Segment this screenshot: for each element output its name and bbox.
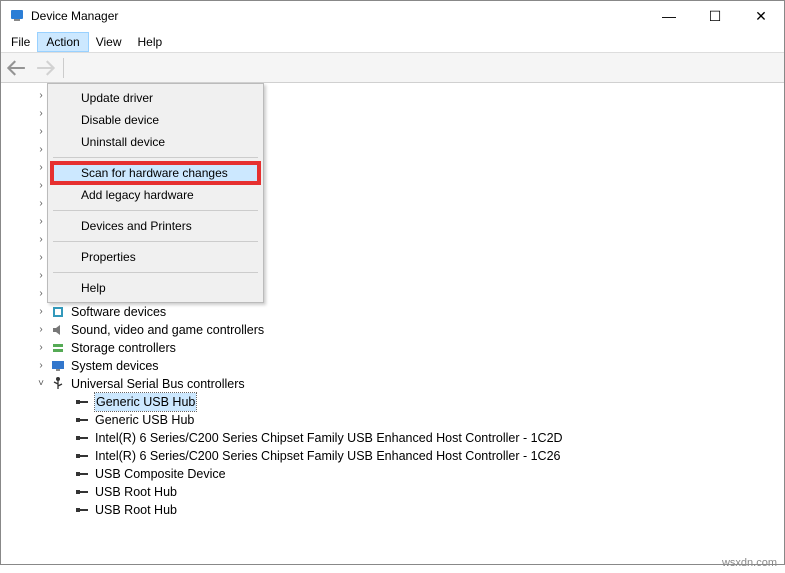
- toolbar: [1, 53, 784, 83]
- toolbar-separator: [63, 58, 64, 78]
- usb-connector-icon: [74, 412, 90, 428]
- menu-item-scan-for-hardware-changes[interactable]: Scan for hardware changes: [51, 162, 260, 184]
- collapse-icon[interactable]: ˅: [35, 375, 47, 393]
- forward-button[interactable]: [33, 57, 55, 79]
- menu-help[interactable]: Help: [130, 33, 171, 51]
- menu-item-properties[interactable]: Properties: [51, 246, 260, 268]
- menu-action[interactable]: Action: [38, 33, 87, 51]
- device-manager-window: Device Manager — ☐ ✕ File Action View He…: [0, 0, 785, 565]
- tree-node-label: Universal Serial Bus controllers: [71, 375, 245, 393]
- usb-icon: [50, 376, 66, 392]
- menu-item-add-legacy-hardware[interactable]: Add legacy hardware: [51, 184, 260, 206]
- expand-icon[interactable]: ›: [35, 339, 47, 357]
- tree-leaf-label: Intel(R) 6 Series/C200 Series Chipset Fa…: [95, 447, 560, 465]
- sound-icon: [50, 322, 66, 338]
- expand-icon[interactable]: ›: [35, 357, 47, 375]
- tree-node-label: Software devices: [71, 303, 166, 321]
- usb-connector-icon: [74, 394, 90, 410]
- menu-separator: [53, 157, 258, 158]
- expand-icon[interactable]: ›: [35, 177, 47, 195]
- usb-connector-icon: [74, 502, 90, 518]
- tree-leaf[interactable]: USB Composite Device: [1, 465, 784, 483]
- watermark: wsxdn.com: [722, 557, 777, 569]
- tree-node[interactable]: › Software devices: [1, 303, 784, 321]
- tree-leaf-label: Generic USB Hub: [95, 393, 196, 411]
- expand-icon[interactable]: ›: [35, 141, 47, 159]
- tree-node[interactable]: › System devices: [1, 357, 784, 375]
- window-title: Device Manager: [31, 9, 646, 23]
- system-icon: [50, 358, 66, 374]
- menubar: File Action View Help: [1, 31, 784, 53]
- expand-icon[interactable]: ›: [35, 123, 47, 141]
- back-button[interactable]: [7, 57, 29, 79]
- tree-leaf-label: USB Root Hub: [95, 501, 177, 519]
- minimize-button[interactable]: —: [646, 1, 692, 31]
- menu-file[interactable]: File: [3, 33, 38, 51]
- tree-leaf[interactable]: Generic USB Hub: [1, 411, 784, 429]
- usb-connector-icon: [74, 448, 90, 464]
- window-icon: [9, 8, 25, 24]
- expand-icon[interactable]: ›: [35, 303, 47, 321]
- tree-node-usb[interactable]: ˅ Universal Serial Bus controllers: [1, 375, 784, 393]
- tree-leaf-label: Generic USB Hub: [95, 411, 194, 429]
- expand-icon[interactable]: ›: [35, 159, 47, 177]
- menu-separator: [53, 210, 258, 211]
- expand-icon[interactable]: ›: [35, 321, 47, 339]
- titlebar[interactable]: Device Manager — ☐ ✕: [1, 1, 784, 31]
- tree-leaf[interactable]: Intel(R) 6 Series/C200 Series Chipset Fa…: [1, 429, 784, 447]
- menu-item-devices-and-printers[interactable]: Devices and Printers: [51, 215, 260, 237]
- expand-icon[interactable]: ›: [35, 231, 47, 249]
- storage-icon: [50, 340, 66, 356]
- tree-leaf[interactable]: USB Root Hub: [1, 501, 784, 519]
- tree-leaf[interactable]: USB Root Hub: [1, 483, 784, 501]
- menu-item-disable-device[interactable]: Disable device: [51, 109, 260, 131]
- menu-separator: [53, 241, 258, 242]
- menu-separator: [53, 272, 258, 273]
- content-area: ››››››››› ›Ports (COM & LPT)›Print queue…: [1, 83, 784, 564]
- tree-node[interactable]: › Storage controllers: [1, 339, 784, 357]
- tree-node-label: System devices: [71, 357, 159, 375]
- menu-item-uninstall-device[interactable]: Uninstall device: [51, 131, 260, 153]
- tree-leaf[interactable]: Intel(R) 6 Series/C200 Series Chipset Fa…: [1, 447, 784, 465]
- tree-node[interactable]: › Sound, video and game controllers: [1, 321, 784, 339]
- usb-connector-icon: [74, 430, 90, 446]
- tree-node-label: Sound, video and game controllers: [71, 321, 264, 339]
- expand-icon[interactable]: ›: [35, 213, 47, 231]
- tree-leaf-label: USB Composite Device: [95, 465, 226, 483]
- menu-item-help[interactable]: Help: [51, 277, 260, 299]
- usb-connector-icon: [74, 484, 90, 500]
- expand-icon[interactable]: ›: [35, 87, 47, 105]
- tree-children: Generic USB HubGeneric USB HubIntel(R) 6…: [1, 393, 784, 519]
- expand-icon[interactable]: ›: [35, 105, 47, 123]
- expand-icon[interactable]: ›: [35, 267, 47, 285]
- close-button[interactable]: ✕: [738, 1, 784, 31]
- action-menu[interactable]: Update driverDisable deviceUninstall dev…: [47, 83, 264, 303]
- expand-icon[interactable]: ›: [35, 285, 47, 303]
- usb-connector-icon: [74, 466, 90, 482]
- expand-icon[interactable]: ›: [35, 195, 47, 213]
- maximize-button[interactable]: ☐: [692, 1, 738, 31]
- tree-node-label: Storage controllers: [71, 339, 176, 357]
- tree-leaf-label: USB Root Hub: [95, 483, 177, 501]
- menu-item-update-driver[interactable]: Update driver: [51, 87, 260, 109]
- tree-leaf[interactable]: Generic USB Hub: [1, 393, 784, 411]
- software-icon: [50, 304, 66, 320]
- tree-leaf-label: Intel(R) 6 Series/C200 Series Chipset Fa…: [95, 429, 563, 447]
- menu-view[interactable]: View: [88, 33, 130, 51]
- expand-icon[interactable]: ›: [35, 249, 47, 267]
